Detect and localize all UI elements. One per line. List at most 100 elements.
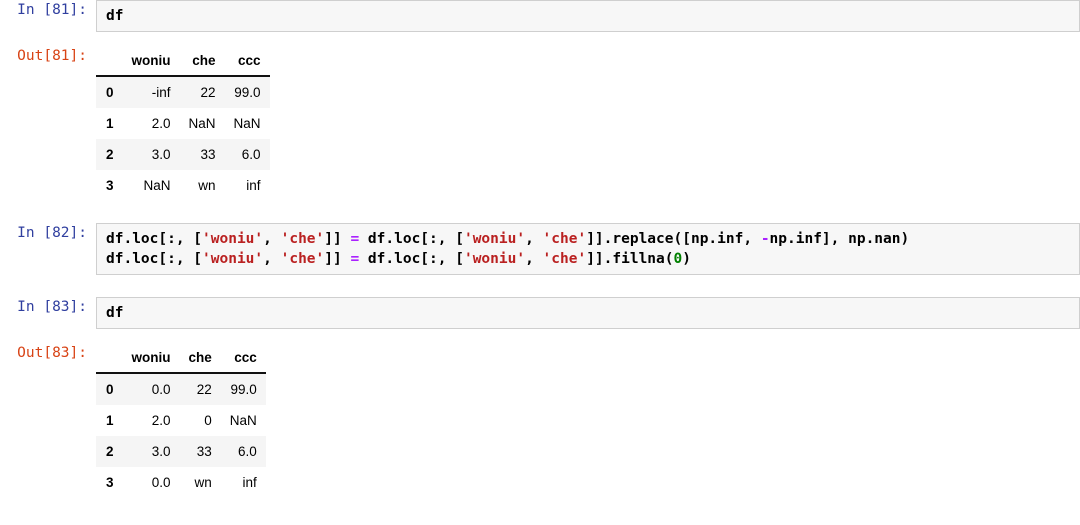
table-index-header <box>96 48 123 77</box>
code-token-str: 'che' <box>542 231 587 247</box>
code-cell: In [83]: df <box>0 297 1080 329</box>
output-prompt-label: Out[83]: <box>17 345 87 361</box>
code-editor[interactable]: df <box>96 0 1080 32</box>
table-column-header: che <box>179 48 225 77</box>
input-prompt-label: In [81]: <box>17 2 87 18</box>
table-row-index: 2 <box>96 436 123 467</box>
table-cell: inf <box>220 467 266 498</box>
code-line: df <box>106 303 1071 323</box>
code-input-area: df.loc[:, ['woniu', 'che']] = df.loc[:, … <box>96 223 1080 275</box>
code-token-plain: df <box>106 8 124 24</box>
input-prompt-label: In [82]: <box>17 225 87 241</box>
code-token-plain: df <box>106 305 124 321</box>
table-cell: 99.0 <box>224 76 270 108</box>
table-cell: wn <box>179 170 225 201</box>
code-token-plain: , <box>263 251 281 267</box>
cell-spacer <box>0 32 1080 46</box>
table-row-index: 3 <box>96 170 123 201</box>
code-token-str: 'che' <box>542 251 587 267</box>
table-cell: 33 <box>179 139 225 170</box>
code-token-plain: ) <box>682 251 691 267</box>
notebook-page: In [81]: df Out[81]: woniu che ccc 0 -inf 22 99.… <box>0 0 1080 525</box>
code-token-plain: df.loc[:, [ <box>359 231 464 247</box>
table-cell: NaN <box>224 108 270 139</box>
cell-spacer <box>0 275 1080 297</box>
table-row-index: 1 <box>96 108 123 139</box>
table-row-index: 0 <box>96 76 123 108</box>
code-token-op: = <box>350 251 360 267</box>
cell-spacer <box>0 498 1080 520</box>
table-index-header <box>96 345 123 374</box>
table-cell: 22 <box>179 373 221 405</box>
table-row: 3 0.0 wn inf <box>96 467 266 498</box>
table-cell: NaN <box>179 108 225 139</box>
code-cell: In [82]: df.loc[:, ['woniu', 'che']] = df… <box>0 223 1080 275</box>
table-column-header: ccc <box>220 345 266 374</box>
code-line: df.loc[:, ['woniu', 'che']] = df.loc[:, … <box>106 249 1071 269</box>
cell-spacer <box>0 329 1080 343</box>
table-column-header: woniu <box>122 48 180 77</box>
input-prompt-label: In [83]: <box>17 299 87 315</box>
output-prompt-label: Out[81]: <box>17 48 87 64</box>
table-header-row: woniu che ccc <box>96 345 266 374</box>
table-row: 1 2.0 0 NaN <box>96 405 266 436</box>
output-cell: Out[81]: woniu che ccc 0 -inf 22 99.0 1 2.0 NaN Na… <box>0 46 1080 201</box>
dataframe-table: woniu che ccc 0 -inf 22 99.0 1 2.0 NaN NaN 2 3.0 33 6.… <box>96 48 270 201</box>
code-cell: In [81]: df <box>0 0 1080 32</box>
table-row-index: 3 <box>96 467 123 498</box>
code-token-str: 'woniu' <box>202 251 264 267</box>
table-cell: 33 <box>179 436 221 467</box>
table-cell: 2.0 <box>122 108 180 139</box>
table-row: 3 NaN wn inf <box>96 170 270 201</box>
code-input-area: df <box>96 297 1080 329</box>
table-cell: 0.0 <box>122 467 180 498</box>
cell-spacer <box>0 201 1080 223</box>
notebook-cells-container: In [81]: df Out[81]: woniu che ccc 0 -inf 22 99.… <box>0 0 1080 520</box>
code-editor[interactable]: df.loc[:, ['woniu', 'che']] = df.loc[:, … <box>96 223 1080 275</box>
dataframe-table: woniu che ccc 0 0.0 22 99.0 1 2.0 0 NaN 2 3.0 33 6.0 3 0… <box>96 345 266 498</box>
code-line: df.loc[:, ['woniu', 'che']] = df.loc[:, … <box>106 229 1071 249</box>
code-editor[interactable]: df <box>96 297 1080 329</box>
table-row-index: 0 <box>96 373 123 405</box>
table-cell: 6.0 <box>224 139 270 170</box>
code-token-str: 'che' <box>280 231 325 247</box>
table-cell: 2.0 <box>122 405 180 436</box>
code-token-plain: , <box>263 231 281 247</box>
code-token-str: 'woniu' <box>463 251 526 267</box>
code-token-num: 0 <box>673 251 683 267</box>
code-token-plain: ]] <box>324 231 351 247</box>
code-token-op: - <box>760 231 770 247</box>
table-cell: 6.0 <box>220 436 266 467</box>
code-token-plain: np.inf], np.nan) <box>769 231 910 247</box>
table-cell: 22 <box>179 76 225 108</box>
table-row: 0 -inf 22 99.0 <box>96 76 270 108</box>
table-cell: -inf <box>122 76 180 108</box>
code-token-str: 'woniu' <box>202 231 264 247</box>
code-token-str: 'woniu' <box>463 231 526 247</box>
table-row-index: 2 <box>96 139 123 170</box>
table-row: 2 3.0 33 6.0 <box>96 436 266 467</box>
table-column-header: ccc <box>224 48 270 77</box>
table-cell: inf <box>224 170 270 201</box>
code-token-plain: ]].replace([np.inf, <box>586 231 761 247</box>
table-cell: 3.0 <box>122 139 180 170</box>
code-line: df <box>106 6 1071 26</box>
table-cell: 3.0 <box>122 436 180 467</box>
table-cell: wn <box>179 467 221 498</box>
code-token-plain: , <box>525 231 543 247</box>
dataframe-output-area: woniu che ccc 0 0.0 22 99.0 1 2.0 0 NaN 2 3.0 33 6.0 3 0… <box>96 343 1080 498</box>
table-cell: 0 <box>179 405 221 436</box>
code-token-plain: df.loc[:, [ <box>359 251 464 267</box>
code-token-plain: df.loc[:, [ <box>106 251 203 267</box>
table-header-row: woniu che ccc <box>96 48 270 77</box>
table-cell: 99.0 <box>220 373 266 405</box>
table-row: 1 2.0 NaN NaN <box>96 108 270 139</box>
table-row: 2 3.0 33 6.0 <box>96 139 270 170</box>
table-cell: NaN <box>122 170 180 201</box>
code-token-str: 'che' <box>280 251 325 267</box>
table-cell: 0.0 <box>122 373 180 405</box>
table-column-header: che <box>179 345 221 374</box>
dataframe-output-area: woniu che ccc 0 -inf 22 99.0 1 2.0 NaN NaN 2 3.0 33 6.… <box>96 46 1080 201</box>
table-row-index: 1 <box>96 405 123 436</box>
table-row: 0 0.0 22 99.0 <box>96 373 266 405</box>
